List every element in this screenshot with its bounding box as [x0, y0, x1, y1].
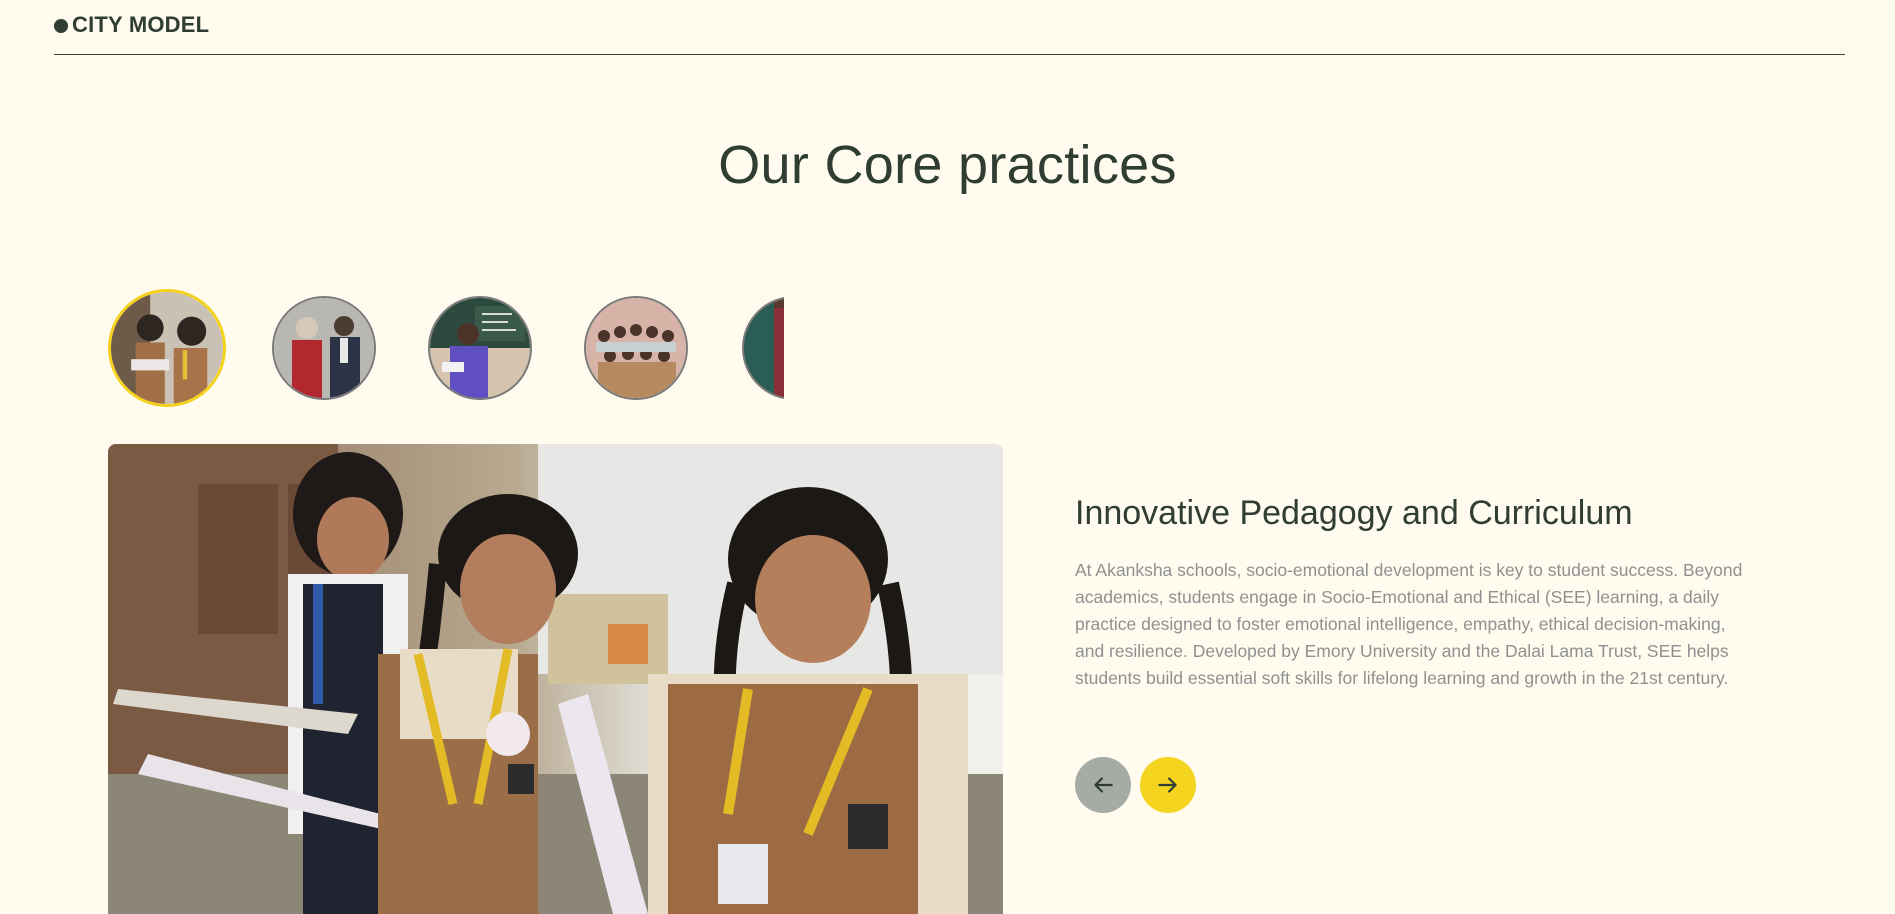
section-label: CITY MODEL [72, 12, 210, 37]
top-bar: CITY MODEL [54, 12, 1845, 55]
thumbnail-teacher-at-board[interactable] [428, 296, 532, 400]
slide-description: At Akanksha schools, socio-emotional dev… [1075, 560, 1743, 688]
thumbnail-image [430, 298, 530, 398]
bullet-dot-icon [54, 19, 68, 33]
page-title: Our Core practices [718, 135, 1177, 195]
students-reading-photo [108, 444, 1003, 914]
thumbnail-image [586, 298, 686, 398]
slide-title: Innovative Pedagogy and Curriculum [1075, 494, 1633, 532]
previous-slide-button[interactable] [1075, 757, 1131, 813]
slide-image [108, 444, 1003, 914]
next-slide-button[interactable] [1140, 757, 1196, 813]
thumbnail-image [274, 298, 374, 398]
thumbnail-group-photo[interactable] [584, 296, 688, 400]
thumbnail-classroom-partial[interactable] [742, 296, 784, 400]
thumbnail-two-visitors[interactable] [272, 296, 376, 400]
thumbnail-strip [108, 288, 784, 412]
arrow-right-icon [1158, 777, 1177, 793]
thumbnail-students-reading[interactable] [108, 289, 226, 407]
thumbnail-image [744, 298, 784, 398]
arrow-left-icon [1094, 777, 1113, 793]
thumbnail-image [111, 292, 223, 404]
